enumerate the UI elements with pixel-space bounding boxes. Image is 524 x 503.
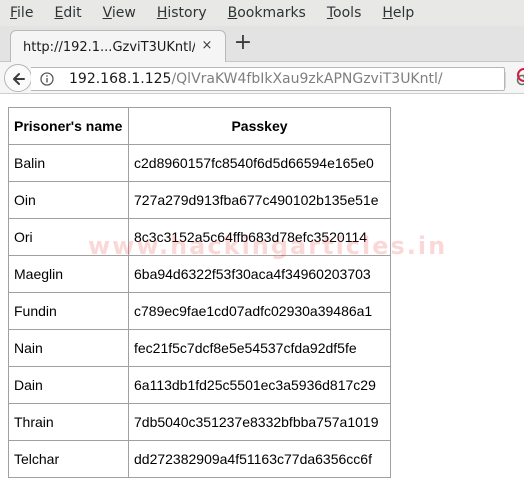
menu-tools[interactable]: Tools [327,5,362,21]
prisoner-name-cell: Nain [8,329,129,367]
menu-edit[interactable]: Edit [54,5,81,21]
prisoner-name-cell: Oin [8,181,129,219]
menu-view[interactable]: View [103,5,136,21]
url-separator [505,72,506,88]
addon-icon[interactable] [517,68,524,82]
prisoner-name-cell: Dain [8,366,129,404]
table-row: Ori 8c3c3152a5c64ffb683d78efc3520114 [8,218,391,256]
passkey-cell: c789ec9fae1cd07adfc02930a39486a1 [128,292,391,330]
back-button[interactable] [4,64,32,92]
header-prisoner-name: Prisoner's name [8,107,129,145]
passkey-cell: 6a113db1fd25c5501ec3a5936d817c29 [128,366,391,404]
menu-history[interactable]: History [157,5,207,21]
passkey-cell: 7db5040c351237e8332bfbba757a1019 [128,403,391,441]
info-icon[interactable] [40,72,54,86]
browser-tab[interactable]: http://192.1...GzviT3UKntl/ × [10,30,226,63]
menu-file[interactable]: File [10,5,33,21]
close-icon[interactable]: × [199,38,215,54]
tab-title: http://192.1...GzviT3UKntl/ [23,39,195,55]
url-host: 192.168.1.125 [69,71,172,87]
passkey-cell: c2d8960157fc8540f6d5d66594e165e0 [128,144,391,182]
back-arrow-icon [13,73,25,85]
menu-bookmarks[interactable]: Bookmarks [228,5,306,21]
menu-bar: File Edit View History Bookmarks Tools H… [0,0,524,26]
table-row: Telchar dd272382909a4f51163c77da6356cc6f [8,440,391,478]
passkey-cell: fec21f5c7dcf8e5e54537cfda92df5fe [128,329,391,367]
table-row: Oin 727a279d913fba677c490102b135e51e [8,181,391,219]
table-row: Thrain 7db5040c351237e8332bfbba757a1019 [8,403,391,441]
header-passkey: Passkey [128,107,391,145]
url-bar[interactable]: 192.168.1.125/QlVraKW4fbIkXau9zkAPNGzviT… [31,67,524,91]
table-row: Fundin c789ec9fae1cd07adfc02930a39486a1 [8,292,391,330]
passkey-cell: dd272382909a4f51163c77da6356cc6f [128,440,391,478]
prisoner-name-cell: Telchar [8,440,129,478]
tab-strip: http://192.1...GzviT3UKntl/ × + [0,26,524,63]
prisoner-name-cell: Ori [8,218,129,256]
prisoner-name-cell: Maeglin [8,255,129,293]
table-row: Nain fec21f5c7dcf8e5e54537cfda92df5fe [8,329,391,367]
passkey-cell: 8c3c3152a5c64ffb683d78efc3520114 [128,218,391,256]
prisoner-name-cell: Thrain [8,403,129,441]
passkey-cell: 6ba94d6322f53f30aca4f34960203703 [128,255,391,293]
url-text[interactable]: 192.168.1.125/QlVraKW4fbIkXau9zkAPNGzviT… [69,71,443,87]
prisoner-name-cell: Fundin [8,292,129,330]
table-row: Balin c2d8960157fc8540f6d5d66594e165e0 [8,144,391,182]
table-header-row: Prisoner's name Passkey [8,107,391,145]
table-row: Maeglin 6ba94d6322f53f30aca4f34960203703 [8,255,391,293]
prisoner-table: Prisoner's name Passkey Balin c2d8960157… [8,107,391,478]
table-row: Dain 6a113db1fd25c5501ec3a5936d817c29 [8,366,391,404]
new-tab-icon[interactable]: + [232,32,254,54]
url-path: /QlVraKW4fbIkXau9zkAPNGzviT3UKntl/ [171,71,443,87]
passkey-cell: 727a279d913fba677c490102b135e51e [128,181,391,219]
navigation-bar: 192.168.1.125/QlVraKW4fbIkXau9zkAPNGzviT… [0,62,524,94]
prisoner-name-cell: Balin [8,144,129,182]
menu-help[interactable]: Help [382,5,414,21]
